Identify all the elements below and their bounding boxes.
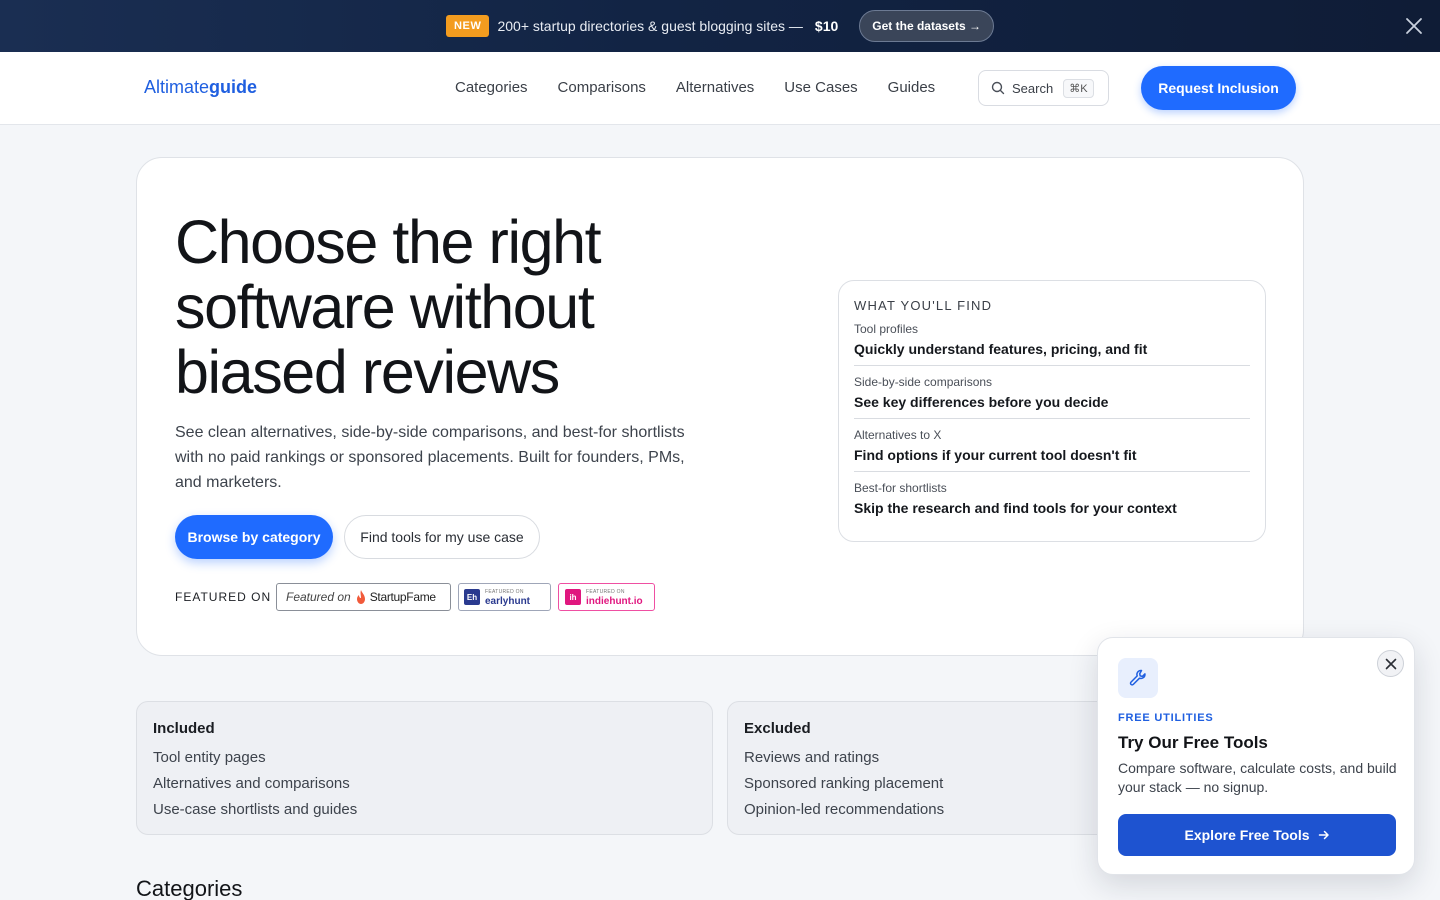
wrench-icon bbox=[1129, 669, 1146, 686]
find-item-label: Side-by-side comparisons bbox=[854, 375, 993, 389]
earlyhunt-badge[interactable]: Eh FEATURED ON earlyhunt bbox=[458, 583, 551, 611]
find-item: Side-by-side comparisons See key differe… bbox=[854, 366, 1250, 419]
search-icon bbox=[991, 81, 1005, 95]
list-item: Tool entity pages bbox=[153, 749, 266, 766]
find-item-value: Skip the research and find tools for you… bbox=[854, 500, 1177, 516]
featured-on-label: FEATURED ON bbox=[175, 590, 272, 604]
nav-link-alternatives[interactable]: Alternatives bbox=[676, 79, 754, 96]
earlyhunt-logo: Eh bbox=[464, 589, 480, 605]
startupfame-name: StartupFame bbox=[369, 590, 436, 604]
find-item-label: Tool profiles bbox=[854, 322, 919, 336]
popup-description: Compare software, calculate costs, and b… bbox=[1118, 760, 1397, 795]
nav-link-categories[interactable]: Categories bbox=[455, 79, 528, 96]
indiehunt-logo: ih bbox=[565, 589, 581, 605]
earlyhunt-name: earlyhunt bbox=[485, 596, 531, 607]
explore-free-tools-button[interactable]: Explore Free Tools bbox=[1118, 814, 1396, 856]
free-tools-popup: FREE UTILITIES Try Our Free Tools Compar… bbox=[1097, 637, 1415, 875]
announcement-price: $10 bbox=[814, 18, 839, 34]
popup-title: Try Our Free Tools bbox=[1118, 733, 1268, 752]
find-item-value: Find options if your current tool doesn'… bbox=[854, 447, 1137, 463]
find-item: Tool profiles Quickly understand feature… bbox=[854, 313, 1250, 366]
logo-light-text: Altimate bbox=[144, 77, 210, 97]
startupfame-prefix: Featured on bbox=[286, 590, 351, 604]
popup-eyebrow: FREE UTILITIES bbox=[1118, 712, 1214, 724]
find-tools-use-case-button[interactable]: Find tools for my use case bbox=[344, 515, 540, 559]
find-item-value: Quickly understand features, pricing, an… bbox=[854, 341, 1148, 357]
list-item: Use-case shortlists and guides bbox=[153, 801, 358, 818]
popup-icon-container bbox=[1118, 658, 1158, 698]
find-item-value: See key differences before you decide bbox=[854, 394, 1109, 410]
nav-link-guides[interactable]: Guides bbox=[888, 79, 936, 96]
indiehunt-badge[interactable]: ih FEATURED ON indiehunt.io bbox=[558, 583, 655, 611]
search-shortcut: ⌘K bbox=[1063, 78, 1094, 98]
new-badge: NEW bbox=[446, 15, 490, 37]
startupfame-badge[interactable]: Featured on StartupFame bbox=[276, 583, 451, 611]
close-icon[interactable] bbox=[1404, 16, 1424, 36]
hero-card: Choose the right software without biased… bbox=[136, 157, 1304, 656]
included-title: Included bbox=[153, 720, 215, 737]
browse-by-category-button[interactable]: Browse by category bbox=[175, 515, 333, 559]
explore-free-tools-label: Explore Free Tools bbox=[1184, 827, 1310, 843]
flame-icon bbox=[356, 590, 365, 604]
announcement-content: NEW 200+ startup directories & guest blo… bbox=[446, 10, 994, 42]
find-item-label: Alternatives to X bbox=[854, 428, 942, 442]
get-datasets-button[interactable]: Get the datasets → bbox=[859, 10, 994, 42]
included-panel: Included Tool entity pages Alternatives … bbox=[136, 701, 713, 835]
nav-link-use-cases[interactable]: Use Cases bbox=[784, 79, 857, 96]
announcement-text: 200+ startup directories & guest bloggin… bbox=[497, 18, 803, 34]
nav-links: Categories Comparisons Alternatives Use … bbox=[455, 79, 935, 96]
categories-heading: Categories bbox=[136, 876, 243, 900]
announcement-banner: NEW 200+ startup directories & guest blo… bbox=[0, 0, 1440, 52]
what-youll-find-title: WHAT YOU'LL FIND bbox=[854, 298, 993, 313]
indiehunt-name: indiehunt.io bbox=[586, 596, 643, 607]
search-button[interactable]: Search ⌘K bbox=[978, 70, 1109, 106]
logo-bold-text: guide bbox=[209, 77, 258, 97]
close-icon bbox=[1385, 658, 1396, 669]
hero-title: Choose the right software without biased… bbox=[175, 208, 602, 406]
find-item: Best-for shortlists Skip the research an… bbox=[854, 472, 1250, 524]
search-label: Search bbox=[1012, 80, 1054, 96]
find-item-label: Best-for shortlists bbox=[854, 481, 947, 495]
hero-subtitle: See clean alternatives, side-by-side com… bbox=[175, 424, 685, 491]
site-logo[interactable]: Altimateguide bbox=[144, 77, 257, 98]
nav-link-comparisons[interactable]: Comparisons bbox=[558, 79, 646, 96]
list-item: Alternatives and comparisons bbox=[153, 775, 350, 792]
find-item: Alternatives to X Find options if your c… bbox=[854, 419, 1250, 472]
arrow-right-icon bbox=[1318, 830, 1329, 840]
what-youll-find-card: WHAT YOU'LL FIND Tool profiles Quickly u… bbox=[838, 280, 1266, 542]
request-inclusion-button[interactable]: Request Inclusion bbox=[1141, 66, 1296, 110]
popup-close-button[interactable] bbox=[1377, 650, 1404, 677]
main-navigation: Altimateguide Categories Comparisons Alt… bbox=[0, 52, 1440, 125]
